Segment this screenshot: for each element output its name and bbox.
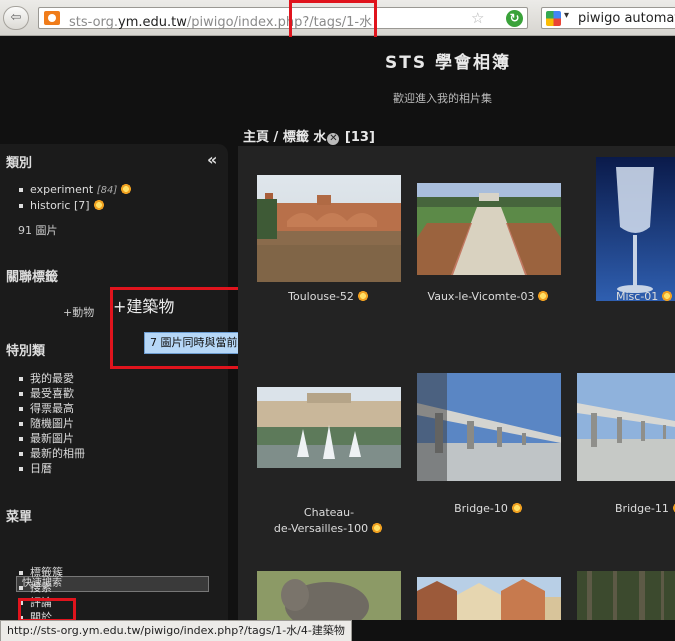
search-input[interactable]: piwigo automat	[578, 11, 675, 26]
thumbnail-title[interactable]: Bridge-10	[454, 502, 508, 515]
thumbnail-item[interactable]: Bridge-11	[577, 373, 675, 527]
new-burst-icon	[355, 290, 370, 302]
reload-icon[interactable]: ↻	[506, 10, 523, 27]
categories-title: 類別	[6, 156, 33, 171]
search-bar[interactable]: ▾ piwigo automat	[541, 7, 675, 29]
thumbnail-caption[interactable]: Chateau- de-Versailles-100	[257, 505, 401, 537]
thumbnail-item[interactable]: Vaux-le-Vicomte-03	[417, 183, 561, 315]
url-highlight-box	[289, 0, 377, 41]
breadcrumb-count: [13]	[344, 130, 375, 145]
special-item[interactable]: 隨機圖片	[18, 416, 85, 431]
site-title: STS 學會相簿	[385, 53, 512, 73]
thumbnail-item[interactable]: Chateau- de-Versailles-100	[257, 387, 401, 535]
sidebar: 類別 « experiment [84] historic [7] 91 圖片 …	[0, 144, 324, 624]
new-burst-icon	[660, 290, 675, 302]
thumbnail-item[interactable]: Misc-01	[596, 157, 675, 315]
new-burst-icon	[509, 502, 524, 514]
collapse-sidebar-icon[interactable]: «	[207, 150, 217, 169]
related-tag-animals[interactable]: +動物	[63, 304, 94, 320]
thumbnail-title[interactable]: Toulouse-52	[288, 290, 354, 303]
breadcrumb-home[interactable]: 主頁	[243, 130, 269, 145]
status-bar: http://sts-org.ym.edu.tw/piwigo/index.ph…	[0, 620, 352, 641]
special-item[interactable]: 最新的相冊	[18, 446, 85, 461]
special-item[interactable]: 得票最高	[18, 401, 85, 416]
category-item[interactable]: historic [7]	[18, 198, 133, 213]
url-prefix: sts-org.	[69, 15, 119, 30]
thumbnail-title[interactable]: Misc-01	[616, 290, 658, 303]
thumbnail-title[interactable]: Vaux-le-Vicomte-03	[428, 290, 535, 303]
thumbnail-image[interactable]	[577, 373, 675, 481]
thumbnail-image-town[interactable]	[417, 577, 561, 620]
special-item[interactable]: 日曆	[18, 461, 85, 476]
category-label[interactable]: historic	[30, 199, 70, 212]
special-item[interactable]: 最新圖片	[18, 431, 85, 446]
thumbnail-title[interactable]: Bridge-11	[615, 502, 669, 515]
new-burst-icon	[119, 183, 134, 195]
thumbnail-area: Toulouse-52 Vaux-le-Vicomte-03 Misc-01 C…	[238, 146, 675, 620]
menu-item-search[interactable]: 搜索	[18, 580, 63, 595]
total-images: 91 圖片	[18, 224, 58, 237]
thumbnail-image[interactable]	[417, 183, 561, 275]
category-count: [7]	[73, 199, 90, 212]
breadcrumb-tag[interactable]: 水	[313, 130, 326, 145]
thumbnail-item[interactable]: Toulouse-52	[257, 175, 401, 315]
special-item[interactable]: 最受喜歡	[18, 386, 85, 401]
thumbnail-title-line1[interactable]: Chateau-	[257, 505, 401, 521]
menu-tags-highlight-box	[18, 598, 76, 622]
thumbnail-caption[interactable]: Bridge-10	[417, 501, 561, 517]
new-burst-icon	[670, 502, 675, 514]
remove-tag-icon[interactable]: ✕	[327, 133, 340, 145]
google-icon[interactable]	[546, 11, 561, 26]
new-burst-icon	[370, 522, 385, 534]
category-count: [84]	[96, 185, 118, 196]
thumbnail-image[interactable]	[257, 175, 401, 282]
address-bar[interactable]: sts-org.ym.edu.tw/piwigo/index.php?/tags…	[38, 7, 528, 30]
bookmark-star-icon[interactable]: ☆	[471, 9, 484, 27]
category-label[interactable]: experiment	[30, 183, 93, 196]
category-item[interactable]: experiment [84]	[18, 182, 134, 198]
breadcrumb-sep: /	[273, 130, 279, 145]
browser-toolbar: ⇦ sts-org.ym.edu.tw/piwigo/index.php?/ta…	[0, 0, 675, 41]
thumbnail-caption[interactable]: Misc-01	[616, 289, 675, 305]
url-domain: ym.edu.tw	[118, 15, 187, 30]
breadcrumb: 主頁 / 標籤 水 ✕ [13]	[243, 126, 375, 145]
special-list: 我的最愛 最受喜歡 得票最高 隨機圖片 最新圖片 最新的相冊 日曆	[18, 371, 85, 476]
thumbnail-caption[interactable]: Bridge-11	[615, 501, 675, 517]
thumbnail-caption[interactable]: Toulouse-52	[257, 289, 401, 305]
categories-list: experiment [84] historic [7]	[18, 182, 134, 213]
thumbnail-image-elephant[interactable]	[257, 571, 401, 620]
site-subtitle: 歡迎進入我的相片集	[393, 92, 492, 105]
thumbnail-title-line2[interactable]: de-Versailles-100	[274, 522, 368, 535]
thumbnail-image[interactable]	[257, 387, 401, 468]
back-button[interactable]: ⇦	[3, 6, 29, 30]
thumbnail-image[interactable]	[596, 157, 675, 301]
menu-item-tags[interactable]: 標籤簇	[18, 565, 63, 580]
special-title: 特別類	[6, 344, 46, 359]
site-favicon-icon	[44, 11, 60, 25]
new-burst-icon	[91, 199, 106, 211]
menu-title: 菜單	[6, 510, 33, 525]
special-item[interactable]: 我的最愛	[18, 371, 85, 386]
thumbnail-image[interactable]	[417, 373, 561, 481]
related-tags-title: 關聯標籤	[6, 270, 59, 285]
thumbnail-image-forest[interactable]	[577, 571, 675, 620]
search-engine-dropdown-icon[interactable]: ▾	[564, 10, 569, 21]
breadcrumb-tags[interactable]: 標籤	[283, 130, 309, 145]
page: STS 學會相簿 歡迎進入我的相片集 主頁 / 標籤 水 ✕ [13] 類別 « …	[0, 37, 675, 624]
thumbnail-item[interactable]: Bridge-10	[417, 373, 561, 527]
new-burst-icon	[536, 290, 551, 302]
thumbnail-caption[interactable]: Vaux-le-Vicomte-03	[417, 289, 561, 305]
